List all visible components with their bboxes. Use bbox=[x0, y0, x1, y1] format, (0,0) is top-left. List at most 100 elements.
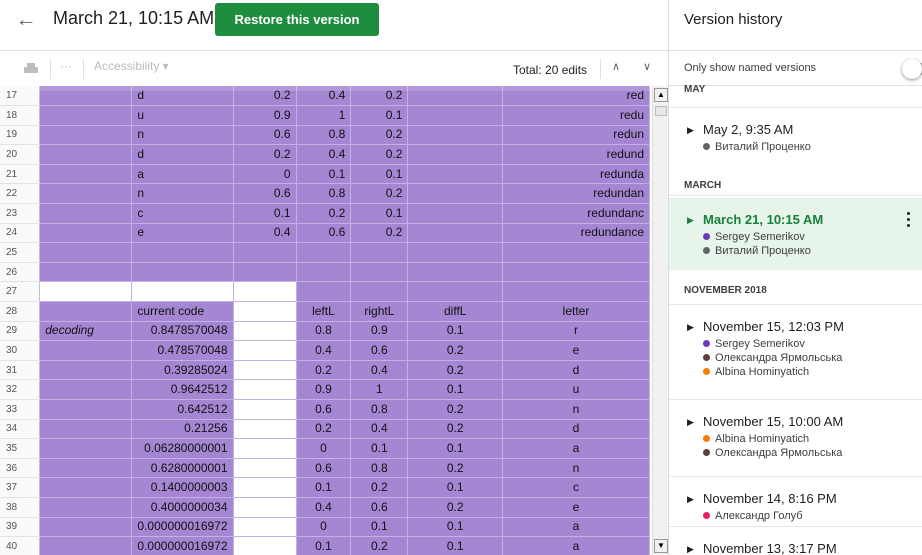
row-number[interactable]: 22 bbox=[0, 183, 41, 205]
cell[interactable]: 0.4 bbox=[350, 360, 409, 381]
cell[interactable]: 0.21256 bbox=[131, 419, 234, 440]
cell[interactable]: decoding bbox=[39, 321, 133, 342]
cell[interactable]: a bbox=[502, 517, 650, 538]
version-entry[interactable]: ▶ November 14, 8:16 PM Александр Голуб bbox=[669, 476, 922, 526]
cell[interactable]: 0.1 bbox=[296, 536, 352, 555]
cell[interactable]: rightL bbox=[350, 301, 409, 322]
cell[interactable]: 0.1 bbox=[350, 105, 409, 126]
cell[interactable]: 0.8478570048 bbox=[131, 321, 234, 342]
cell[interactable]: redund bbox=[502, 144, 650, 165]
version-entry[interactable]: ▶ November 15, 12:03 PM Sergey Semerikov Ол… bbox=[669, 304, 922, 399]
cell[interactable] bbox=[233, 497, 297, 518]
cell[interactable]: 0.4 bbox=[233, 223, 297, 244]
cell[interactable]: 0.1 bbox=[296, 164, 352, 185]
vertical-scrollbar[interactable]: ▲ ▼ bbox=[652, 86, 668, 555]
cell[interactable] bbox=[233, 242, 297, 263]
cell[interactable]: 0 bbox=[296, 438, 352, 459]
cell[interactable]: 0.8 bbox=[296, 321, 352, 342]
row-number[interactable]: 27 bbox=[0, 281, 41, 303]
cell[interactable] bbox=[39, 223, 133, 244]
row-number[interactable]: 32 bbox=[0, 379, 41, 400]
cell[interactable]: 0.2 bbox=[350, 223, 409, 244]
cell[interactable]: redundanc bbox=[502, 203, 650, 224]
expand-triangle-icon[interactable]: ▶ bbox=[687, 544, 694, 555]
cell[interactable] bbox=[233, 517, 297, 538]
cell[interactable]: n bbox=[502, 399, 650, 420]
cell[interactable]: 0.39285024 bbox=[131, 360, 234, 381]
cell[interactable] bbox=[39, 281, 133, 303]
cell[interactable]: 0.2 bbox=[350, 536, 409, 555]
row-number[interactable]: 28 bbox=[0, 301, 41, 322]
cell[interactable] bbox=[39, 517, 133, 538]
cell[interactable]: u bbox=[502, 379, 650, 400]
cell[interactable]: 0.1 bbox=[350, 164, 409, 185]
cell[interactable]: u bbox=[131, 105, 234, 126]
cell[interactable] bbox=[39, 419, 133, 440]
cell[interactable] bbox=[131, 281, 234, 303]
row-number[interactable]: 36 bbox=[0, 458, 41, 479]
cell[interactable] bbox=[407, 262, 504, 283]
cell[interactable]: 0.2 bbox=[407, 458, 504, 479]
row-number[interactable]: 40 bbox=[0, 536, 41, 555]
scrollbar-thumb[interactable] bbox=[655, 106, 667, 116]
cell[interactable] bbox=[407, 144, 504, 165]
cell[interactable] bbox=[39, 379, 133, 400]
cell[interactable] bbox=[502, 262, 650, 283]
cell[interactable]: 0.2 bbox=[350, 144, 409, 165]
cell[interactable] bbox=[502, 242, 650, 263]
cell[interactable]: 0.6 bbox=[350, 340, 409, 361]
cell[interactable]: n bbox=[131, 125, 234, 146]
cell[interactable] bbox=[407, 105, 504, 126]
expand-triangle-icon[interactable]: ▶ bbox=[687, 215, 694, 226]
cell[interactable]: 0.8 bbox=[296, 183, 352, 205]
previous-edit-button[interactable]: ∧ bbox=[612, 60, 620, 73]
cell[interactable] bbox=[233, 321, 297, 342]
cell[interactable] bbox=[39, 301, 133, 322]
expand-triangle-icon[interactable]: ▶ bbox=[687, 417, 694, 428]
cell[interactable]: 0.2 bbox=[233, 144, 297, 165]
cell[interactable]: c bbox=[131, 203, 234, 224]
row-number[interactable]: 35 bbox=[0, 438, 41, 459]
cell[interactable]: 0.8 bbox=[350, 458, 409, 479]
cell[interactable] bbox=[407, 183, 504, 205]
scroll-up-arrow-icon[interactable]: ▲ bbox=[654, 88, 668, 102]
cell[interactable] bbox=[233, 399, 297, 420]
spreadsheet-grid[interactable]: 17 d 0.2 0.4 0.2 red 18 u 0.9 1 0.1 redu 19 n 0.6 0.8 0.… bbox=[0, 86, 650, 555]
cell[interactable]: 0.1 bbox=[233, 203, 297, 224]
version-entry[interactable]: ▶ November 15, 10:00 AM Albina Hominyatich… bbox=[669, 399, 922, 476]
cell[interactable]: redu bbox=[502, 105, 650, 126]
cell[interactable]: a bbox=[131, 164, 234, 185]
cell[interactable]: 0.6280000001 bbox=[131, 458, 234, 479]
cell[interactable]: 1 bbox=[296, 105, 352, 126]
cell[interactable]: 0.2 bbox=[407, 360, 504, 381]
cell[interactable]: 0.8 bbox=[296, 125, 352, 146]
cell[interactable]: redundan bbox=[502, 183, 650, 205]
cell[interactable]: e bbox=[131, 223, 234, 244]
cell[interactable] bbox=[39, 340, 133, 361]
cell[interactable]: 0.4 bbox=[296, 340, 352, 361]
cell[interactable]: r bbox=[502, 321, 650, 342]
cell[interactable]: redunda bbox=[502, 164, 650, 185]
cell[interactable]: 0.1400000003 bbox=[131, 477, 234, 498]
cell[interactable] bbox=[233, 477, 297, 498]
cell[interactable]: n bbox=[502, 458, 650, 479]
cell[interactable]: 0.478570048 bbox=[131, 340, 234, 361]
cell[interactable]: 0.1 bbox=[350, 517, 409, 538]
version-entry[interactable]: ▶ November 13, 3:17 PM bbox=[669, 526, 922, 555]
version-entry[interactable]: ▶ May 2, 9:35 AM Виталий Проценко bbox=[669, 107, 922, 186]
cell[interactable] bbox=[350, 242, 409, 263]
cell[interactable] bbox=[502, 281, 650, 303]
row-number[interactable]: 38 bbox=[0, 497, 41, 518]
cell[interactable] bbox=[296, 262, 352, 283]
cell[interactable]: 0.4 bbox=[296, 144, 352, 165]
cell[interactable] bbox=[39, 164, 133, 185]
cell[interactable] bbox=[39, 125, 133, 146]
cell[interactable] bbox=[350, 281, 409, 303]
cell[interactable]: 0.06280000001 bbox=[131, 438, 234, 459]
cell[interactable] bbox=[296, 281, 352, 303]
cell[interactable]: 0.4000000034 bbox=[131, 497, 234, 518]
named-versions-toggle[interactable] bbox=[900, 59, 922, 79]
accessibility-menu[interactable]: Accessibility ▾ bbox=[94, 59, 169, 73]
cell[interactable]: d bbox=[502, 360, 650, 381]
cell[interactable] bbox=[39, 458, 133, 479]
